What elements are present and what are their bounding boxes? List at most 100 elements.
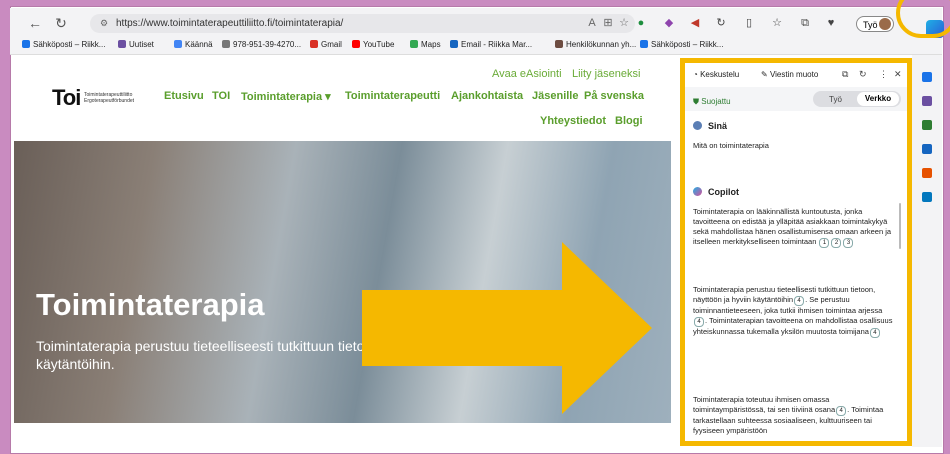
extension-icon[interactable]: ◆ <box>662 16 676 30</box>
open-in-tab-icon[interactable]: ⧉ <box>842 69 848 80</box>
sidebar-app-icon[interactable] <box>922 144 932 154</box>
bookmark-item[interactable]: Gmail <box>310 40 342 49</box>
user-label: Sinä <box>693 121 727 131</box>
bookmark-item[interactable]: Maps <box>410 40 441 49</box>
bookmark-icon <box>310 40 318 48</box>
site-info-icon[interactable]: ⚙ <box>100 14 108 33</box>
back-icon[interactable]: ← <box>26 14 44 32</box>
bookmark-item[interactable]: Käännä <box>174 40 213 49</box>
tab-compose[interactable]: ✎ Viestin muoto <box>761 70 818 79</box>
nav-toimintaterapeutti[interactable]: Toimintaterapeutti <box>345 90 440 102</box>
citation-badge[interactable]: 4 <box>694 317 704 327</box>
bookmark-icon <box>174 40 182 48</box>
bookmark-item[interactable]: YouTube <box>352 40 394 49</box>
bookmark-item[interactable]: Uutiset <box>118 40 154 49</box>
sidebar-app-icon[interactable] <box>922 192 932 202</box>
protection-bar: ⛊ Suojattu Työ Verkko <box>685 87 907 111</box>
top-link-easiointi[interactable]: Avaa eAsiointi <box>492 68 562 80</box>
user-message: Mitä on toimintaterapia <box>693 141 769 150</box>
heart-icon[interactable]: ♥ <box>824 16 838 30</box>
profile-button[interactable]: Työ <box>856 16 894 32</box>
bookmark-icon <box>222 40 230 48</box>
browser-toolbar: ← ↻ ⚙ https://www.toimintaterapeuttiliit… <box>10 8 944 38</box>
address-bar[interactable]: ⚙ https://www.toimintaterapeuttiliitto.f… <box>90 14 635 33</box>
nav-blogi[interactable]: Blogi <box>615 115 643 127</box>
bookmark-label: Email - Riikka Mar... <box>461 40 533 49</box>
toggle-work[interactable]: Työ <box>829 95 842 104</box>
avatar <box>879 18 891 30</box>
extension-icon[interactable]: ◀ <box>688 16 702 30</box>
favorites-icon[interactable]: ☆ <box>770 16 784 30</box>
logo-subtitle: Toimintaterapeuttiliitto Ergoterapeutför… <box>84 92 135 104</box>
response-text: Toimintaterapia on lääkinnällistä kuntou… <box>693 207 892 246</box>
citation-badge[interactable]: 4 <box>794 296 805 306</box>
profile-label: Työ <box>863 20 878 30</box>
citation-badge[interactable]: 2 <box>831 238 842 248</box>
tab-chat[interactable]: ◔ Keskustelu <box>693 70 739 79</box>
response-paragraph-2: Toimintaterapia perustuu tieteellisesti … <box>693 285 893 338</box>
work-web-toggle[interactable]: Työ Verkko <box>813 91 901 107</box>
copilot-header: ◔ Keskustelu ✎ Viestin muoto ⧉ ↻ ⋮ ✕ <box>685 63 907 85</box>
nav-yhteystiedot[interactable]: Yhteystiedot <box>540 115 606 127</box>
citation-badge[interactable]: 1 <box>819 238 830 248</box>
bookmark-label: Henkilökunnan yh... <box>566 40 637 49</box>
response-paragraph-1: Toimintaterapia on lääkinnällistä kuntou… <box>693 207 893 248</box>
bookmark-icon <box>352 40 360 48</box>
website-content: Toi Toimintaterapeuttiliitto Ergoterapeu… <box>14 55 671 447</box>
copilot-logo-icon <box>693 187 702 196</box>
user-icon <box>693 121 702 130</box>
citation-badge[interactable]: 4 <box>836 406 847 416</box>
bookmark-label: 978-951-39-4270... <box>233 40 302 49</box>
app-icon[interactable]: ⊞ <box>600 14 616 32</box>
bookmark-item[interactable]: 978-951-39-4270... <box>222 40 301 49</box>
copilot-name: Copilot <box>708 187 739 197</box>
bookmark-label: Sähköposti – Riikk... <box>651 40 724 49</box>
sidebar-app-icon[interactable] <box>922 120 932 130</box>
nav-toimintaterapia[interactable]: Toimintaterapia ▾ <box>241 90 331 103</box>
response-text: Toimintaterapia toteutuu ihmisen omassa … <box>693 395 836 414</box>
sidebar-app-icon[interactable] <box>922 168 932 178</box>
tab-compose-label: Viestin muoto <box>769 70 819 79</box>
tab-chat-label: Keskustelu <box>700 70 740 79</box>
scrollbar[interactable] <box>899 203 901 249</box>
read-aloud-icon[interactable]: A <box>584 14 600 32</box>
bookmark-item[interactable]: Sähköposti – Riikk... <box>640 40 723 49</box>
refresh-extension-icon[interactable]: ↻ <box>714 16 728 30</box>
bookmark-item[interactable]: Email - Riikka Mar... <box>450 40 532 49</box>
collections-icon[interactable]: ⧉ <box>798 16 812 30</box>
nav-etusivu[interactable]: Etusivu <box>164 90 204 102</box>
citation-badge[interactable]: 3 <box>843 238 854 248</box>
citation-badge[interactable]: 4 <box>869 328 880 338</box>
nav-toi[interactable]: TOI <box>212 90 230 102</box>
bookmark-label: Maps <box>421 40 441 49</box>
sidebar-app-icon[interactable] <box>922 96 932 106</box>
bookmark-item[interactable]: Henkilökunnan yh... <box>555 40 636 49</box>
protected-label: Suojattu <box>701 97 731 106</box>
top-link-liity[interactable]: Liity jäseneksi <box>572 68 640 80</box>
reload-icon[interactable]: ↻ <box>52 14 70 32</box>
bookmark-item[interactable]: Sähköposti – Riikk... <box>22 40 105 49</box>
bookmark-icon <box>118 40 126 48</box>
bookmark-icon <box>450 40 458 48</box>
split-screen-icon[interactable]: ▯ <box>742 16 756 30</box>
nav-ajankohtaista[interactable]: Ajankohtaista <box>451 90 523 102</box>
nav-pa-svenska[interactable]: På svenska <box>584 90 644 102</box>
bookmark-icon <box>640 40 648 48</box>
refresh-icon[interactable]: ↻ <box>859 69 867 80</box>
close-icon[interactable]: ✕ <box>894 69 902 80</box>
more-options-icon[interactable]: ⋮ <box>879 69 888 80</box>
hero-title: Toimintaterapia <box>36 287 265 322</box>
response-text: . Toimintaterapian tavoitteena on mahdol… <box>693 316 893 336</box>
bookmark-label: YouTube <box>363 40 395 49</box>
url-text: https://www.toimintaterapeuttiliitto.fi/… <box>116 18 344 29</box>
annotation-arrow <box>362 242 652 414</box>
extension-icon[interactable]: ● <box>634 16 648 30</box>
bookmark-icon <box>410 40 418 48</box>
favorite-star-icon[interactable]: ☆ <box>616 14 632 32</box>
edge-sidebar <box>912 55 942 447</box>
site-logo[interactable]: Toi <box>52 85 81 111</box>
nav-jasenille[interactable]: Jäsenille <box>532 90 578 102</box>
bookmark-label: Uutiset <box>129 40 154 49</box>
sidebar-app-icon[interactable] <box>922 72 932 82</box>
toggle-web[interactable]: Verkko <box>857 92 899 106</box>
